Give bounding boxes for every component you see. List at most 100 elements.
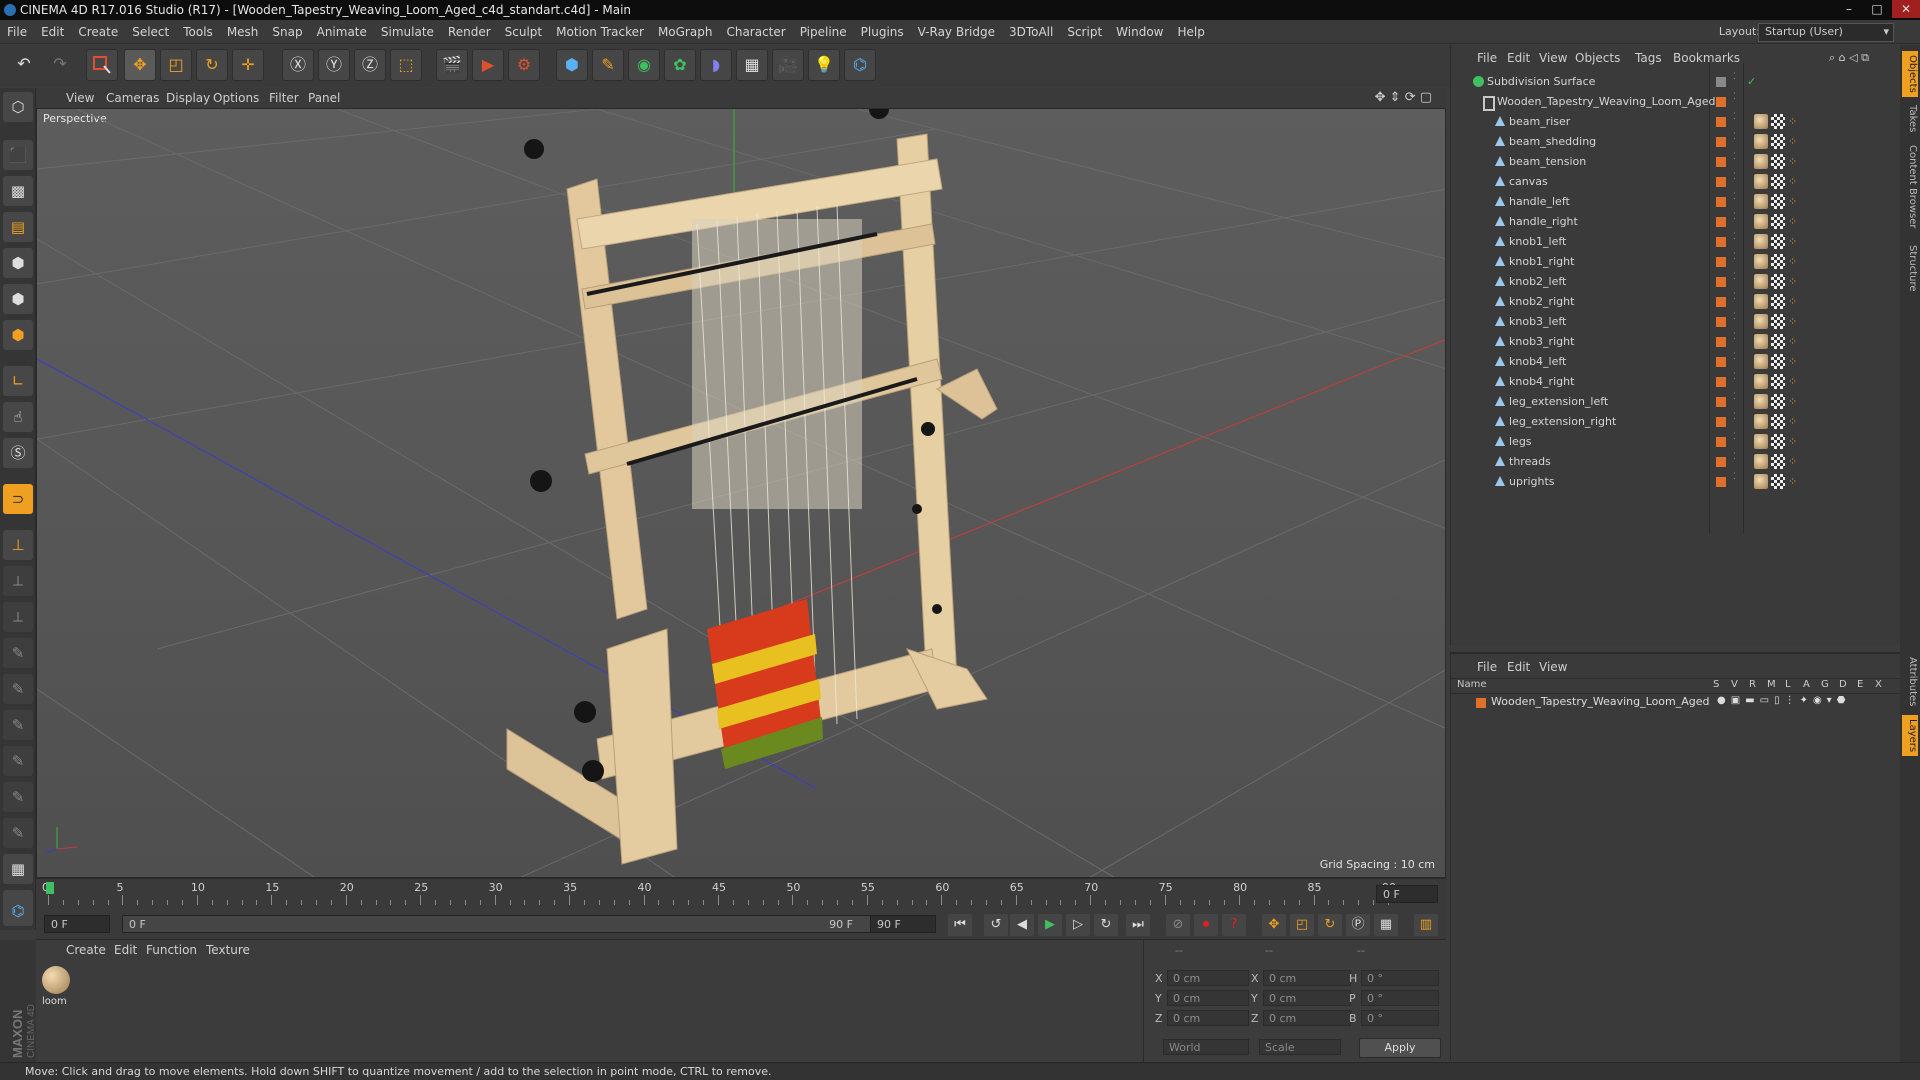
undo-icon[interactable]: ↶ (8, 49, 40, 81)
texture-tag-icon[interactable] (1771, 354, 1785, 369)
layer-column-s[interactable]: S (1713, 679, 1719, 690)
transform-mode-dropdown[interactable]: Scale (1259, 1039, 1341, 1055)
menu-window[interactable]: Window (1109, 20, 1170, 44)
menu-mograph[interactable]: MoGraph (651, 20, 720, 44)
phong-tag-icon[interactable]: ⁘ (1788, 394, 1802, 409)
material-thumbnail[interactable] (42, 966, 70, 994)
transform-tool-icon[interactable]: ✛ (232, 49, 264, 81)
objects-menu-file[interactable]: File (1477, 51, 1497, 65)
enabled-check-icon[interactable]: ✓ (1747, 72, 1756, 92)
end-frame-field[interactable]: 90 F (870, 915, 936, 933)
objects-menu-view[interactable]: View (1539, 51, 1567, 65)
visibility-dots-icon[interactable]: ⁚ (1733, 92, 1736, 102)
material-tag-icon[interactable] (1754, 194, 1768, 209)
layer-color-swatch[interactable] (1716, 457, 1726, 467)
material-tag-icon[interactable] (1754, 434, 1768, 449)
smooth-brush-icon[interactable]: ✎ (3, 710, 33, 740)
visibility-dots-icon[interactable]: ⁚ (1733, 232, 1736, 242)
phong-tag-icon[interactable]: ⁘ (1788, 434, 1802, 449)
layout-dropdown[interactable]: Startup (User) ▾ (1758, 23, 1894, 42)
apply-button[interactable]: Apply (1359, 1038, 1441, 1058)
layer-color-swatch[interactable] (1716, 337, 1726, 347)
texture-tag-icon[interactable] (1771, 234, 1785, 249)
layer-color-swatch[interactable] (1716, 97, 1726, 107)
material-tag-icon[interactable] (1754, 274, 1768, 289)
layer-column-e[interactable]: E (1857, 679, 1863, 690)
coordinate-system-icon[interactable]: ⬚ (390, 49, 422, 81)
texture-tag-icon[interactable] (1771, 214, 1785, 229)
polygons-mode-icon[interactable]: ⬢ (3, 320, 33, 350)
close-button[interactable]: ✕ (1892, 0, 1920, 18)
menu-render[interactable]: Render (441, 20, 498, 44)
visibility-dots-icon[interactable]: ⁚ (1733, 252, 1736, 262)
material-tag-icon[interactable] (1754, 294, 1768, 309)
texture-tag-icon[interactable] (1771, 114, 1785, 129)
material-name[interactable]: loom (42, 996, 67, 1007)
menu-select[interactable]: Select (125, 20, 176, 44)
phong-tag-icon[interactable]: ⁘ (1788, 334, 1802, 349)
object-name[interactable]: Wooden_Tapestry_Weaving_Loom_Aged (1497, 92, 1716, 112)
layer-color-swatch[interactable] (1716, 237, 1726, 247)
layer-column-x[interactable]: X (1875, 679, 1882, 690)
object-row[interactable]: knob3_right ⁚ ⁘ (1451, 332, 1901, 352)
next-frame-icon[interactable]: ▷ (1066, 914, 1090, 936)
tab-attributes[interactable]: Attributes (1902, 657, 1918, 706)
layers-menu-file[interactable]: File (1477, 660, 1497, 674)
timeline-window-icon[interactable]: ▥ (1414, 914, 1438, 936)
layers-menu-edit[interactable]: Edit (1507, 660, 1530, 674)
keyframe-selection-icon[interactable]: ? (1222, 914, 1246, 936)
3d-viewport[interactable]: Perspective Grid Spacing: 10 cm (36, 108, 1446, 878)
visibility-dots-icon[interactable]: ⁚ (1733, 112, 1736, 122)
material-menu-edit[interactable]: Edit (114, 943, 137, 957)
layer-color-swatch[interactable] (1716, 317, 1726, 327)
object-name[interactable]: Subdivision Surface (1487, 72, 1595, 92)
object-name[interactable]: beam_shedding (1509, 132, 1596, 152)
timeline-ruler[interactable]: 051015202530354045505560657075808590 0 F (36, 878, 1446, 908)
phong-tag-icon[interactable]: ⁘ (1788, 354, 1802, 369)
layer-column-r[interactable]: R (1749, 679, 1756, 690)
tab-structure[interactable]: Structure (1902, 245, 1918, 292)
previous-key-icon[interactable]: ↺ (984, 914, 1008, 936)
phong-tag-icon[interactable]: ⁘ (1788, 414, 1802, 429)
viewport-navigation-icons[interactable]: ✥ ⇕ ⟳ ▢ (1375, 88, 1432, 108)
frame-range-slider[interactable]: 0 F 90 F (122, 915, 872, 933)
material-tag-icon[interactable] (1754, 454, 1768, 469)
viewport-menu-display[interactable]: Display (166, 88, 210, 108)
phong-tag-icon[interactable]: ⁘ (1788, 194, 1802, 209)
play-forward-icon[interactable]: ▶ (1038, 914, 1062, 936)
object-name[interactable]: canvas (1509, 172, 1548, 192)
layer-color-swatch[interactable] (1716, 437, 1726, 447)
tweak-mode-icon[interactable]: ☝ (3, 402, 33, 432)
material-tag-icon[interactable] (1754, 134, 1768, 149)
cube-primitive-icon[interactable]: ⬢ (556, 49, 588, 81)
object-name[interactable]: beam_tension (1509, 152, 1586, 172)
visibility-dots-icon[interactable]: ⁚ (1733, 272, 1736, 282)
layer-color-swatch[interactable] (1716, 137, 1726, 147)
inflate-brush-icon[interactable]: ✎ (3, 746, 33, 776)
visibility-dots-icon[interactable]: ⁚ (1733, 172, 1736, 182)
object-row[interactable]: beam_riser ⁚ ⁘ (1451, 112, 1901, 132)
object-row-group[interactable]: Wooden_Tapestry_Weaving_Loom_Aged ⁚ (1451, 92, 1901, 112)
layer-color-swatch[interactable] (1716, 277, 1726, 287)
object-row[interactable]: legs ⁚ ⁘ (1451, 432, 1901, 452)
go-to-end-icon[interactable]: ⏭ (1126, 914, 1150, 936)
menu-simulate[interactable]: Simulate (374, 20, 441, 44)
material-menu-texture[interactable]: Texture (206, 943, 250, 957)
coordinate-mode-dropdown[interactable]: World (1163, 1039, 1249, 1055)
menu-v-ray-bridge[interactable]: V-Ray Bridge (911, 20, 1002, 44)
autokey-icon[interactable]: ⏺ (1194, 914, 1218, 936)
phong-tag-icon[interactable]: ⁘ (1788, 114, 1802, 129)
render-settings-icon[interactable]: ⚙ (508, 49, 540, 81)
visibility-dots-icon[interactable]: ⁚ (1733, 292, 1736, 302)
menu-3dtoall[interactable]: 3DToAll (1002, 20, 1060, 44)
rotation-p-field[interactable]: 0 ° (1361, 990, 1439, 1006)
object-row-root[interactable]: Subdivision Surface ⁚ ✓ (1451, 72, 1901, 92)
texture-tag-icon[interactable] (1771, 454, 1785, 469)
menu-script[interactable]: Script (1060, 20, 1109, 44)
visibility-dots-icon[interactable]: ⁚ (1733, 152, 1736, 162)
object-name[interactable]: knob2_right (1509, 292, 1574, 312)
layer-color-swatch[interactable] (1716, 177, 1726, 187)
menu-create[interactable]: Create (71, 20, 125, 44)
object-name[interactable]: knob4_right (1509, 372, 1574, 392)
deformer-icon[interactable]: ◗ (700, 49, 732, 81)
